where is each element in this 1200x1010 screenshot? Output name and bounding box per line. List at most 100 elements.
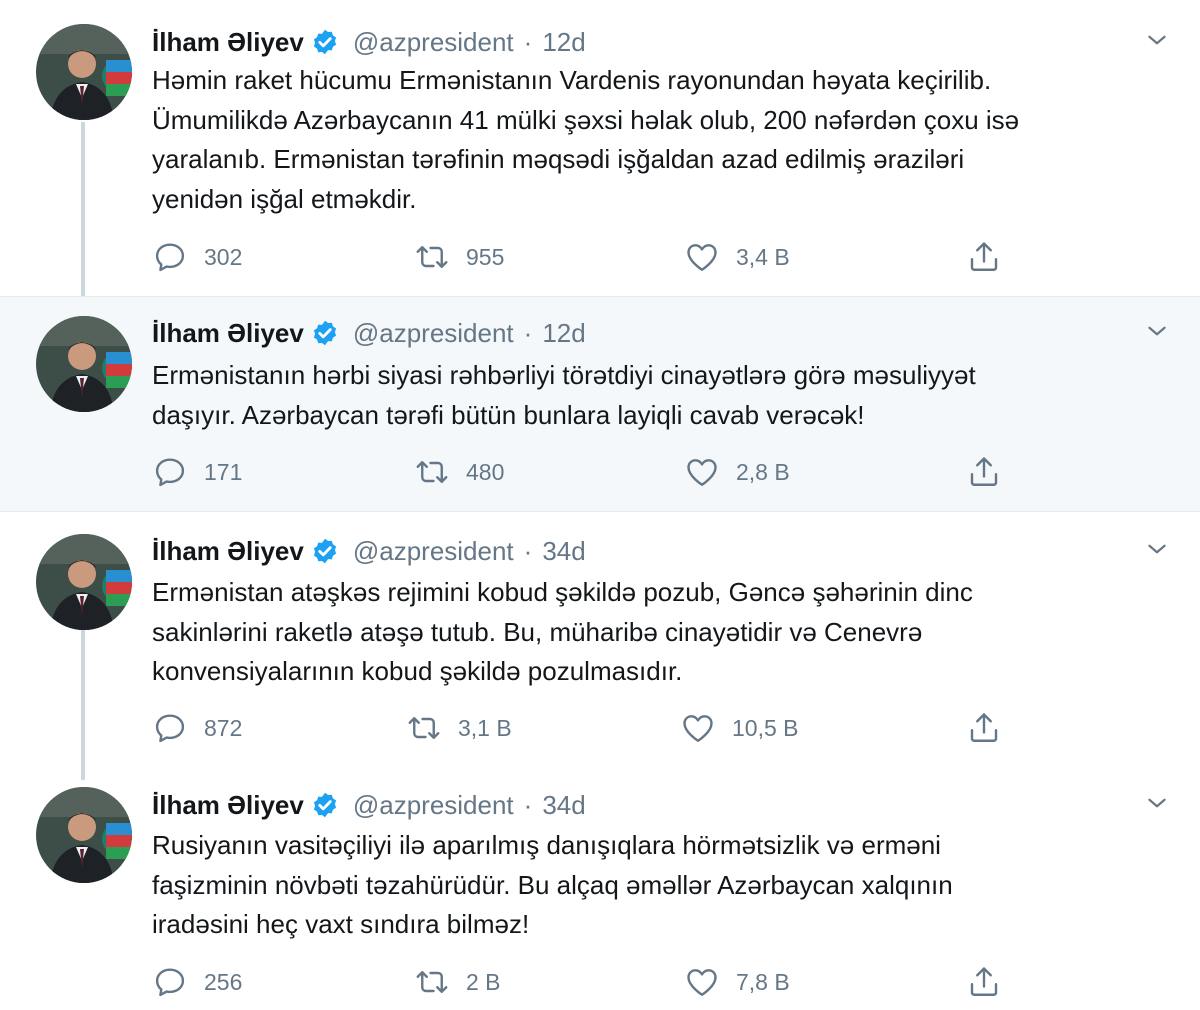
tweet-text-line: Ümumilikdə Azərbaycanın 41 mülki şəxsi h… <box>152 104 1020 135</box>
retweet-icon <box>416 246 448 268</box>
reply-icon <box>155 458 185 487</box>
tweet-text: Ermənistanın hərbi siyasi rəhbərliyi tör… <box>152 356 1162 435</box>
reply-icon <box>155 243 185 272</box>
separator: · <box>523 26 533 57</box>
heart-icon <box>683 715 713 742</box>
separator: · <box>523 317 533 348</box>
timestamp[interactable]: 34d <box>542 536 585 567</box>
share-button[interactable] <box>966 237 1002 277</box>
author-name[interactable]: İlham Əliyev <box>152 318 304 349</box>
author-name[interactable]: İlham Əliyev <box>152 790 304 821</box>
tweet-text-line: Ermənistanın hərbi siyasi rəhbərliyi tör… <box>152 360 976 390</box>
avatar[interactable] <box>36 24 132 120</box>
share-button[interactable] <box>966 452 1002 492</box>
chevron-down-icon[interactable] <box>1144 318 1170 344</box>
author-handle[interactable]: @azpresident <box>353 27 514 58</box>
tweet-text-line: faşizminin növbəti təzahürüdür. Bu alçaq… <box>152 869 953 900</box>
reply-button[interactable]: 872 <box>152 708 242 748</box>
like-count: 3,4 B <box>736 243 790 270</box>
tweet-text-line: konvensiyalarının kobud şəkildə pozulmas… <box>152 656 683 686</box>
divider <box>0 296 1200 297</box>
heart-icon <box>687 459 717 486</box>
tweet-text-line: yenidən işğal etməkdir. <box>152 183 417 214</box>
author-handle[interactable]: @azpresident <box>353 318 514 349</box>
tweet-text-line: Həmin raket hücumu Ermənistanın Vardenis… <box>152 65 992 95</box>
like-button[interactable]: 7,8 B <box>684 962 790 1002</box>
reply-count: 256 <box>204 968 243 995</box>
retweet-count: 2 B <box>466 968 501 995</box>
thread-line <box>81 122 85 298</box>
avatar-image <box>36 787 132 883</box>
share-icon <box>970 713 998 742</box>
tweet-text-line: Ermənistan atəşkəs rejimini kobud şəkild… <box>152 577 973 607</box>
verified-badge-icon <box>313 320 336 346</box>
avatar[interactable] <box>36 787 132 883</box>
retweet-icon <box>416 971 448 993</box>
tweet-header: İlham Əliyev @azpresident · 34d <box>152 788 586 822</box>
chevron-down-icon[interactable] <box>1144 790 1170 816</box>
tweet-text-line: Rusiyanın vasitəçiliyi ilə aparılmış dan… <box>152 830 941 860</box>
retweet-count: 3,1 B <box>458 714 512 741</box>
reply-count: 872 <box>204 714 243 741</box>
retweet-button[interactable]: 480 <box>414 452 504 492</box>
timestamp[interactable]: 12d <box>542 27 585 58</box>
tweet-text-line: yaralanıb. Ermənistan tərəfinin məqsədi … <box>152 144 965 174</box>
tweet-text: Ermənistan atəşkəs rejimini kobud şəkild… <box>152 573 1162 692</box>
avatar-image <box>36 534 132 630</box>
tweet-text-line: iradəsini heç vaxt sındıra bilməz! <box>152 909 530 939</box>
thread-line <box>81 630 85 780</box>
tweet-header: İlham Əliyev @azpresident · 34d <box>152 534 586 568</box>
author-handle[interactable]: @azpresident <box>353 536 514 567</box>
reply-count: 302 <box>204 243 243 270</box>
timestamp[interactable]: 34d <box>542 790 585 821</box>
separator: · <box>523 535 533 566</box>
retweet-icon <box>416 461 448 483</box>
reply-icon <box>155 714 185 743</box>
avatar-image <box>36 316 132 412</box>
like-count: 10,5 B <box>732 714 799 741</box>
author-handle[interactable]: @azpresident <box>353 790 514 821</box>
divider <box>0 511 1200 512</box>
retweet-button[interactable]: 955 <box>414 237 504 277</box>
verified-badge-icon <box>313 29 336 55</box>
verified-badge-icon <box>313 792 336 818</box>
avatar[interactable] <box>36 534 132 630</box>
reply-button[interactable]: 171 <box>152 452 242 492</box>
heart-icon <box>687 969 717 996</box>
verified-badge-icon <box>313 538 336 564</box>
retweet-icon <box>408 717 440 739</box>
tweet-text-line: daşıyır. Azərbaycan tərəfi bütün bunlara… <box>152 399 865 430</box>
tweet-text-line: sakinlərini raketlə atəşə tutub. Bu, müh… <box>152 616 923 647</box>
share-icon <box>970 967 998 996</box>
reply-button[interactable]: 302 <box>152 237 242 277</box>
avatar-image <box>36 24 132 120</box>
share-icon <box>970 457 998 486</box>
retweet-count: 955 <box>466 243 505 270</box>
like-button[interactable]: 3,4 B <box>684 237 790 277</box>
share-button[interactable] <box>966 708 1002 748</box>
tweet-header: İlham Əliyev @azpresident · 12d <box>152 316 586 350</box>
avatar[interactable] <box>36 316 132 412</box>
chevron-down-icon[interactable] <box>1144 536 1170 562</box>
retweet-button[interactable]: 3,1 B <box>406 708 512 748</box>
tweet-header: İlham Əliyev @azpresident · 12d <box>152 25 586 59</box>
reply-icon <box>155 968 185 997</box>
separator: · <box>523 789 533 820</box>
retweet-button[interactable]: 2 B <box>414 962 501 1002</box>
tweet-text: Rusiyanın vasitəçiliyi ilə aparılmış dan… <box>152 826 1162 945</box>
like-count: 2,8 B <box>736 458 790 485</box>
author-name[interactable]: İlham Əliyev <box>152 27 304 58</box>
author-name[interactable]: İlham Əliyev <box>152 536 304 567</box>
like-button[interactable]: 10,5 B <box>680 708 799 748</box>
like-button[interactable]: 2,8 B <box>684 452 790 492</box>
retweet-count: 480 <box>466 458 505 485</box>
share-icon <box>970 242 998 271</box>
chevron-down-icon[interactable] <box>1144 27 1170 53</box>
like-count: 7,8 B <box>736 968 790 995</box>
reply-count: 171 <box>204 458 243 485</box>
reply-button[interactable]: 256 <box>152 962 242 1002</box>
timestamp[interactable]: 12d <box>542 318 585 349</box>
share-button[interactable] <box>966 962 1002 1002</box>
tweet-feed: İlham Əliyev @azpresident · 12d Həmin ra… <box>0 0 1200 1010</box>
heart-icon <box>687 244 717 271</box>
